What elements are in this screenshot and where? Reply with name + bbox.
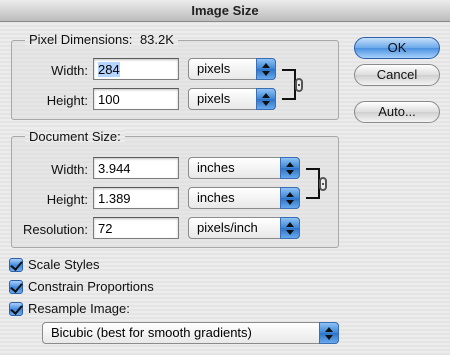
document-height-field[interactable]: 1.389 xyxy=(93,187,179,209)
resample-image-label: Resample Image: xyxy=(28,301,130,316)
pixel-height-value: 100 xyxy=(98,92,120,107)
pixel-dimensions-title: Pixel Dimensions: 83.2K xyxy=(25,32,178,47)
document-link-bracket xyxy=(306,168,320,199)
auto-button[interactable]: Auto... xyxy=(354,101,440,123)
pixel-width-value: 284 xyxy=(98,62,120,77)
constrain-proportions-label: Constrain Proportions xyxy=(28,279,154,294)
document-width-unit: inches xyxy=(197,160,235,175)
window-title: Image Size xyxy=(0,0,450,22)
up-down-arrows-icon xyxy=(319,322,339,344)
pixel-height-label: Height: xyxy=(46,93,88,108)
pixel-height-unit: pixels xyxy=(197,91,231,106)
scale-styles-checkbox[interactable] xyxy=(9,258,23,272)
up-down-arrows-icon xyxy=(256,58,276,80)
document-height-unit: inches xyxy=(197,190,235,205)
resample-method-select[interactable]: Bicubic (best for smooth gradients) xyxy=(42,322,339,344)
chain-link-icon xyxy=(319,177,327,191)
up-down-arrows-icon xyxy=(280,187,300,209)
constrain-proportions-checkbox[interactable] xyxy=(9,280,23,294)
resolution-value: 72 xyxy=(98,221,113,236)
document-size-title: Document Size: xyxy=(25,129,125,144)
resample-image-checkbox[interactable] xyxy=(9,302,23,316)
scale-styles-label: Scale Styles xyxy=(28,257,100,272)
document-height-label: Height: xyxy=(46,192,88,207)
pixel-width-field[interactable]: 284 xyxy=(93,58,179,80)
resolution-field[interactable]: 72 xyxy=(93,217,179,239)
ok-button[interactable]: OK xyxy=(354,37,440,59)
up-down-arrows-icon xyxy=(280,157,300,179)
document-width-label: Width: xyxy=(51,162,88,177)
image-size-dialog: Image Size Pixel Dimensions: 83.2K Width… xyxy=(0,0,450,355)
resolution-unit-select[interactable]: pixels/inch xyxy=(188,217,300,239)
pixel-width-unit: pixels xyxy=(197,61,231,76)
pixel-link-bracket xyxy=(282,69,296,100)
pixel-height-unit-select[interactable]: pixels xyxy=(188,88,276,110)
up-down-arrows-icon xyxy=(280,217,300,239)
resolution-unit: pixels/inch xyxy=(197,220,258,235)
pixel-dimensions-label: Pixel Dimensions: xyxy=(29,32,133,47)
up-down-arrows-icon xyxy=(256,88,276,110)
document-width-unit-select[interactable]: inches xyxy=(188,157,300,179)
resolution-label: Resolution: xyxy=(22,222,88,237)
pixel-width-label: Width: xyxy=(51,63,88,78)
cancel-button[interactable]: Cancel xyxy=(354,64,440,86)
pixel-height-field[interactable]: 100 xyxy=(93,88,179,110)
document-width-field[interactable]: 3.944 xyxy=(93,157,179,179)
pixel-dimensions-size: 83.2K xyxy=(139,32,174,47)
resample-method: Bicubic (best for smooth gradients) xyxy=(51,325,252,340)
document-height-unit-select[interactable]: inches xyxy=(188,187,300,209)
chain-link-icon xyxy=(295,78,303,92)
document-height-value: 1.389 xyxy=(98,191,131,206)
pixel-width-unit-select[interactable]: pixels xyxy=(188,58,276,80)
document-width-value: 3.944 xyxy=(98,161,131,176)
